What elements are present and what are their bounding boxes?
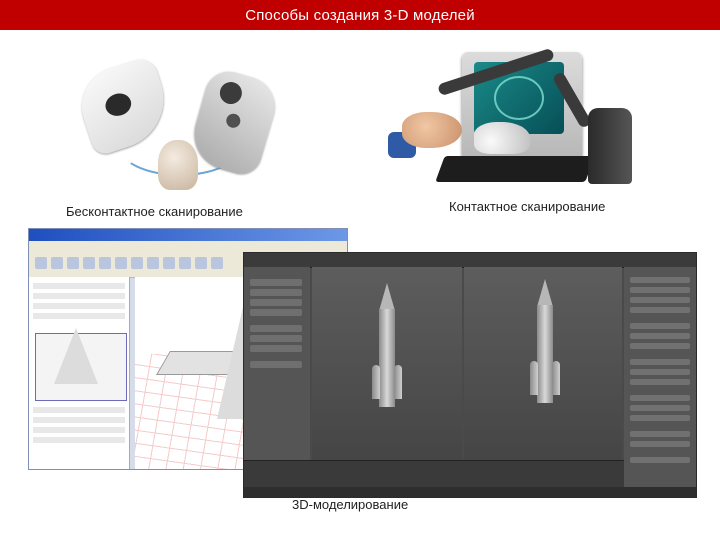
caption-contact-scanning: Контактное сканирование — [449, 199, 606, 214]
caption-noncontact-scanning: Бесконтактное сканирование — [66, 204, 243, 219]
motorcycle-model — [474, 122, 530, 154]
status-bar — [244, 487, 696, 497]
scanned-object — [158, 140, 198, 190]
caption-3d-modeling: 3D-моделирование — [292, 497, 409, 512]
operator-hand — [402, 112, 462, 148]
modeling-app-window-right — [243, 252, 697, 498]
tool-shelf — [244, 267, 310, 461]
timeline — [244, 460, 624, 487]
digitizer-base — [588, 108, 632, 184]
menu-bar — [29, 241, 347, 251]
viewport-left — [312, 267, 462, 461]
window-titlebar — [29, 229, 347, 241]
viewport-right — [464, 267, 622, 461]
properties-panel — [624, 267, 696, 487]
keyboard — [435, 156, 595, 182]
preview-viewport — [35, 328, 127, 401]
header-bar — [244, 253, 696, 268]
slide-title: Способы создания 3-D моделей — [0, 0, 720, 30]
